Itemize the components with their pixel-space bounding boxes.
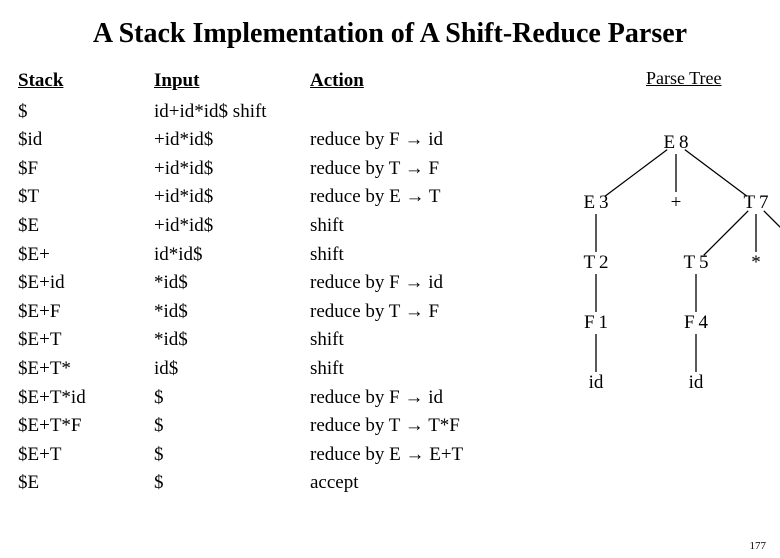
col-header-stack: Stack (18, 68, 154, 99)
tree-edge (764, 211, 780, 255)
cell-stack: $ (18, 99, 154, 128)
table-row: $E+T$reduce by E → E+T (18, 442, 506, 471)
table-row: $id+id*id$ shift (18, 99, 506, 128)
tree-node-T2: T2 (583, 252, 608, 274)
cell-stack: $E+T (18, 327, 154, 356)
cell-action: shift (310, 213, 506, 242)
cell-stack: $E (18, 213, 154, 242)
tree-node-T7: T7 (743, 192, 768, 214)
tree-node-symbol: id (689, 372, 704, 394)
tree-node-subscript: 5 (699, 252, 709, 274)
cell-stack: $E (18, 470, 154, 499)
cell-action: reduce by T → F (310, 299, 506, 328)
cell-action: shift (310, 242, 506, 271)
tree-node-idM: id (689, 372, 704, 394)
trace-table-wrap: Stack Input Action $id+id*id$ shift$id+i… (18, 68, 506, 499)
tree-node-F1: F1 (584, 312, 608, 334)
table-row: $E+T*F$reduce by T → T*F (18, 413, 506, 442)
cell-stack: $E+ (18, 242, 154, 271)
cell-stack: $E+T*id (18, 385, 154, 414)
cell-action: reduce by E → T (310, 184, 506, 213)
table-row: $E+id*id$shift (18, 213, 506, 242)
col-header-input: Input (154, 68, 310, 99)
cell-action: reduce by F → id (310, 270, 506, 299)
cell-action: reduce by T → T*F (310, 413, 506, 442)
tree-node-symbol: F (584, 312, 595, 334)
cell-stack: $E+T* (18, 356, 154, 385)
cell-input: +id*id$ (154, 213, 310, 242)
cell-action: reduce by E → E+T (310, 442, 506, 471)
cell-action: reduce by F → id (310, 127, 506, 156)
tree-node-symbol: F (684, 312, 695, 334)
table-row: $E$accept (18, 470, 506, 499)
table-row: $E+F*id$reduce by T → F (18, 299, 506, 328)
cell-stack: $T (18, 184, 154, 213)
tree-node-symbol: E (583, 192, 595, 214)
tree-node-F4: F4 (684, 312, 708, 334)
cell-stack: $E+T (18, 442, 154, 471)
cell-input: *id$ (154, 327, 310, 356)
page-title: A Stack Implementation of A Shift-Reduce… (0, 18, 780, 50)
tree-node-symbol: * (751, 252, 761, 274)
cell-action: accept (310, 470, 506, 499)
tree-node-T5: T5 (683, 252, 708, 274)
tree-node-E8: E8 (663, 132, 688, 154)
table-row: $E+T*id$shift (18, 327, 506, 356)
cell-input: $ (154, 385, 310, 414)
tree-node-subscript: 3 (599, 192, 609, 214)
cell-input: $ (154, 442, 310, 471)
cell-input: id$ (154, 356, 310, 385)
table-row: $F+id*id$reduce by T → F (18, 156, 506, 185)
cell-input: $ (154, 470, 310, 499)
cell-action: reduce by F → id (310, 385, 506, 414)
cell-action: reduce by T → F (310, 156, 506, 185)
cell-input: +id*id$ (154, 184, 310, 213)
tree-node-symbol: T (683, 252, 695, 274)
table-row: $E+T*id$reduce by F → id (18, 385, 506, 414)
cell-stack: $F (18, 156, 154, 185)
tree-node-symbol: E (663, 132, 675, 154)
page-number: 177 (750, 540, 767, 552)
tree-edge (704, 211, 748, 255)
cell-input: *id$ (154, 299, 310, 328)
tree-node-subscript: 7 (759, 192, 769, 214)
cell-input-action: id+id*id$ shift (154, 99, 506, 128)
col-header-action: Action (310, 68, 506, 99)
parse-tree-wrap: Parse Tree E8E3+T7T2T5*F6F1F4ididid (506, 68, 780, 488)
tree-node-symbol: T (583, 252, 595, 274)
table-row: $T+id*id$reduce by E → T (18, 184, 506, 213)
table-row: $E+T*id$shift (18, 356, 506, 385)
parse-tree-edges (506, 68, 780, 488)
cell-action: shift (310, 356, 506, 385)
tree-node-subscript: 2 (599, 252, 609, 274)
tree-edge (685, 150, 747, 197)
cell-action: shift (310, 327, 506, 356)
tree-node-symbol: T (743, 192, 755, 214)
tree-node-subscript: 1 (599, 312, 609, 334)
table-row: $E+id*id$shift (18, 242, 506, 271)
cell-input: +id*id$ (154, 156, 310, 185)
cell-stack: $E+id (18, 270, 154, 299)
tree-node-symbol: + (671, 192, 682, 214)
trace-table: Stack Input Action $id+id*id$ shift$id+i… (18, 68, 506, 499)
table-row: $E+id*id$reduce by F → id (18, 270, 506, 299)
tree-node-subscript: 4 (699, 312, 709, 334)
cell-input: +id*id$ (154, 127, 310, 156)
cell-input: $ (154, 413, 310, 442)
cell-input: *id$ (154, 270, 310, 299)
cell-stack: $id (18, 127, 154, 156)
cell-stack: $E+T*F (18, 413, 154, 442)
table-row: $id+id*id$reduce by F → id (18, 127, 506, 156)
tree-node-plus: + (671, 192, 682, 214)
parse-tree: E8E3+T7T2T5*F6F1F4ididid (506, 68, 780, 488)
tree-edge (605, 150, 667, 197)
cell-stack: $E+F (18, 299, 154, 328)
tree-node-idL: id (589, 372, 604, 394)
tree-node-symbol: id (589, 372, 604, 394)
tree-node-star: * (751, 252, 761, 274)
tree-node-E3: E3 (583, 192, 608, 214)
cell-input: id*id$ (154, 242, 310, 271)
content-area: Stack Input Action $id+id*id$ shift$id+i… (0, 68, 780, 499)
tree-node-subscript: 8 (679, 132, 689, 154)
